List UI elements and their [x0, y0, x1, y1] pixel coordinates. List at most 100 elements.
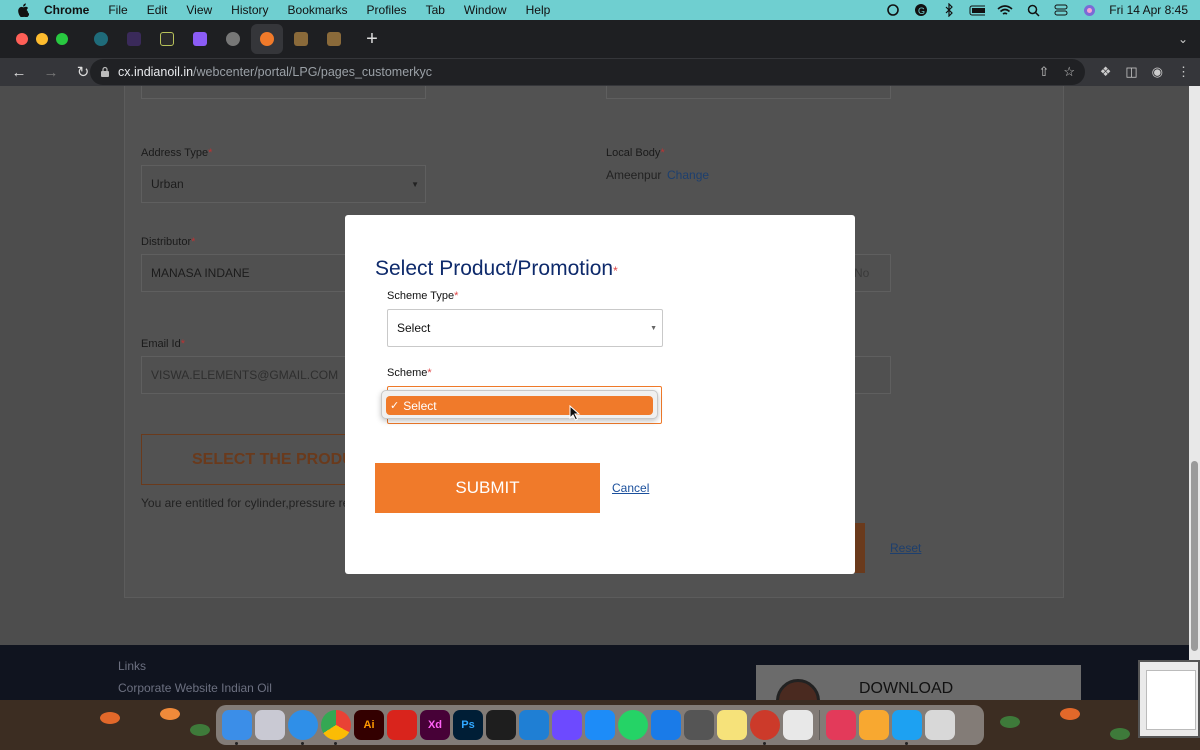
- minimize-window-button[interactable]: [36, 33, 48, 45]
- forward-arrow-icon[interactable]: →: [38, 64, 64, 81]
- acrobat-icon[interactable]: [387, 710, 417, 740]
- photoshop-icon[interactable]: Ps: [453, 710, 483, 740]
- email-input[interactable]: VISWA.ELEMENTS@GMAIL.COM: [141, 356, 351, 394]
- url-path: /webcenter/portal/LPG/pages_customerkyc: [193, 65, 433, 79]
- menu-app-name[interactable]: Chrome: [44, 3, 89, 17]
- safari-icon[interactable]: [288, 710, 318, 745]
- transporter-icon[interactable]: [651, 710, 681, 740]
- sketch-icon[interactable]: [859, 710, 889, 740]
- previous-field-partial[interactable]: [141, 86, 426, 99]
- side-panel-icon[interactable]: ◫: [1125, 64, 1137, 80]
- download-banner[interactable]: DOWNLOAD: [756, 665, 1081, 700]
- distributor-select[interactable]: MANASA INDANE: [141, 254, 351, 292]
- twitter-icon[interactable]: [892, 710, 922, 745]
- wifi-icon[interactable]: [997, 4, 1013, 16]
- scheme-label: Scheme*: [387, 367, 432, 379]
- zoom-window-button[interactable]: [56, 33, 68, 45]
- menu-edit[interactable]: Edit: [147, 3, 168, 17]
- close-window-button[interactable]: [16, 33, 28, 45]
- menu-view[interactable]: View: [186, 3, 212, 17]
- creative-cloud-status-icon[interactable]: [885, 4, 901, 16]
- menu-help[interactable]: Help: [526, 3, 551, 17]
- grammarly-icon[interactable]: G: [913, 4, 929, 16]
- submit-button[interactable]: SUBMIT: [375, 463, 600, 513]
- tab-search-chevron-icon[interactable]: ⌄: [1178, 32, 1188, 46]
- bluetooth-icon[interactable]: [941, 3, 957, 17]
- wallpaper-flower-icon: [160, 708, 180, 720]
- trash-icon[interactable]: [925, 710, 955, 740]
- entitlement-text: You are entitled for cylinder,pressure r…: [141, 496, 357, 510]
- figma-icon[interactable]: [486, 710, 516, 740]
- select-product-button[interactable]: SELECT THE PRODU: [141, 434, 351, 485]
- finder-icon[interactable]: [222, 710, 252, 745]
- app-store-icon[interactable]: [585, 710, 615, 740]
- footer-links-heading: Links: [118, 659, 147, 673]
- battery-icon[interactable]: [969, 4, 986, 16]
- tab-8[interactable]: [319, 24, 349, 54]
- footer-corporate-link[interactable]: Corporate Website Indian Oil: [118, 681, 272, 695]
- tab-5[interactable]: [218, 24, 248, 54]
- extensions-puzzle-icon[interactable]: ❖: [1100, 64, 1112, 80]
- tab-3[interactable]: [152, 24, 182, 54]
- tab-favicon-icon: [94, 32, 108, 46]
- tab-favicon-icon: [160, 32, 174, 46]
- scheme-dropdown-list: ✓ Select: [381, 390, 658, 419]
- cancel-link[interactable]: Cancel: [612, 481, 649, 495]
- scheme-type-label: Scheme Type*: [387, 290, 459, 302]
- proton-vpn-icon[interactable]: [552, 710, 582, 740]
- menu-file[interactable]: File: [108, 3, 127, 17]
- address-type-select[interactable]: Urban ▼: [141, 165, 426, 203]
- local-body-change-link[interactable]: Change: [667, 168, 709, 182]
- siri-icon[interactable]: [1081, 4, 1097, 16]
- more-menu-icon[interactable]: ⋮: [1177, 64, 1190, 80]
- lock-icon[interactable]: [100, 66, 110, 78]
- tab-active-indianoil[interactable]: [251, 24, 283, 54]
- reset-link[interactable]: Reset: [890, 541, 921, 555]
- new-tab-plus-icon[interactable]: +: [362, 28, 382, 51]
- scheme-option-select[interactable]: ✓ Select: [386, 396, 653, 415]
- checkmark-icon: ✓: [390, 400, 400, 412]
- creative-cloud-icon[interactable]: [826, 710, 856, 740]
- launchpad-icon[interactable]: [255, 710, 285, 740]
- screenshot-icon[interactable]: [783, 710, 813, 740]
- compass-icon[interactable]: [750, 710, 780, 745]
- illustrator-icon[interactable]: Ai: [354, 710, 384, 740]
- menu-profiles[interactable]: Profiles: [367, 3, 407, 17]
- mouse-pointer-icon: [569, 405, 581, 421]
- back-arrow-icon[interactable]: ←: [6, 64, 32, 81]
- calculator-icon[interactable]: [684, 710, 714, 740]
- tab-4[interactable]: [185, 24, 215, 54]
- chrome-icon[interactable]: [321, 710, 351, 745]
- menu-history[interactable]: History: [231, 3, 268, 17]
- apple-menu-icon[interactable]: [16, 3, 30, 17]
- address-bar[interactable]: cx.indianoil.in/webcenter/portal/LPG/pag…: [90, 59, 1085, 85]
- dock-separator: [819, 710, 820, 740]
- wallpaper-flower-icon: [1060, 708, 1080, 720]
- menu-window[interactable]: Window: [464, 3, 507, 17]
- wallpaper-leaf-icon: [1000, 716, 1020, 728]
- page-scrollbar[interactable]: [1189, 86, 1200, 700]
- notes-icon[interactable]: [717, 710, 747, 740]
- menu-tab[interactable]: Tab: [426, 3, 445, 17]
- thumbnail-preview: [1146, 670, 1196, 730]
- profile-avatar-icon[interactable]: ◉: [1152, 64, 1163, 80]
- xd-icon[interactable]: Xd: [420, 710, 450, 740]
- share-icon[interactable]: ⇧: [1038, 64, 1049, 80]
- scheme-type-select[interactable]: Select ▼: [387, 309, 663, 347]
- previous-field-partial-right[interactable]: [606, 86, 891, 99]
- control-center-icon[interactable]: [1053, 4, 1069, 16]
- vscode-icon[interactable]: [519, 710, 549, 740]
- tab-1[interactable]: [86, 24, 116, 54]
- tab-7[interactable]: [286, 24, 316, 54]
- whatsapp-icon[interactable]: [618, 710, 648, 740]
- tab-2[interactable]: [119, 24, 149, 54]
- menu-bookmarks[interactable]: Bookmarks: [288, 3, 348, 17]
- clock[interactable]: Fri 14 Apr 8:45: [1109, 3, 1188, 17]
- dropdown-caret-icon: ▼: [411, 179, 419, 189]
- scrollbar-thumb[interactable]: [1191, 461, 1198, 651]
- bookmark-star-icon[interactable]: ☆: [1063, 64, 1075, 80]
- screenshot-thumbnail[interactable]: [1138, 660, 1200, 738]
- modal-title: Select Product/Promotion*: [375, 257, 618, 280]
- spotlight-search-icon[interactable]: [1025, 4, 1041, 17]
- email-label: Email Id*: [141, 338, 186, 350]
